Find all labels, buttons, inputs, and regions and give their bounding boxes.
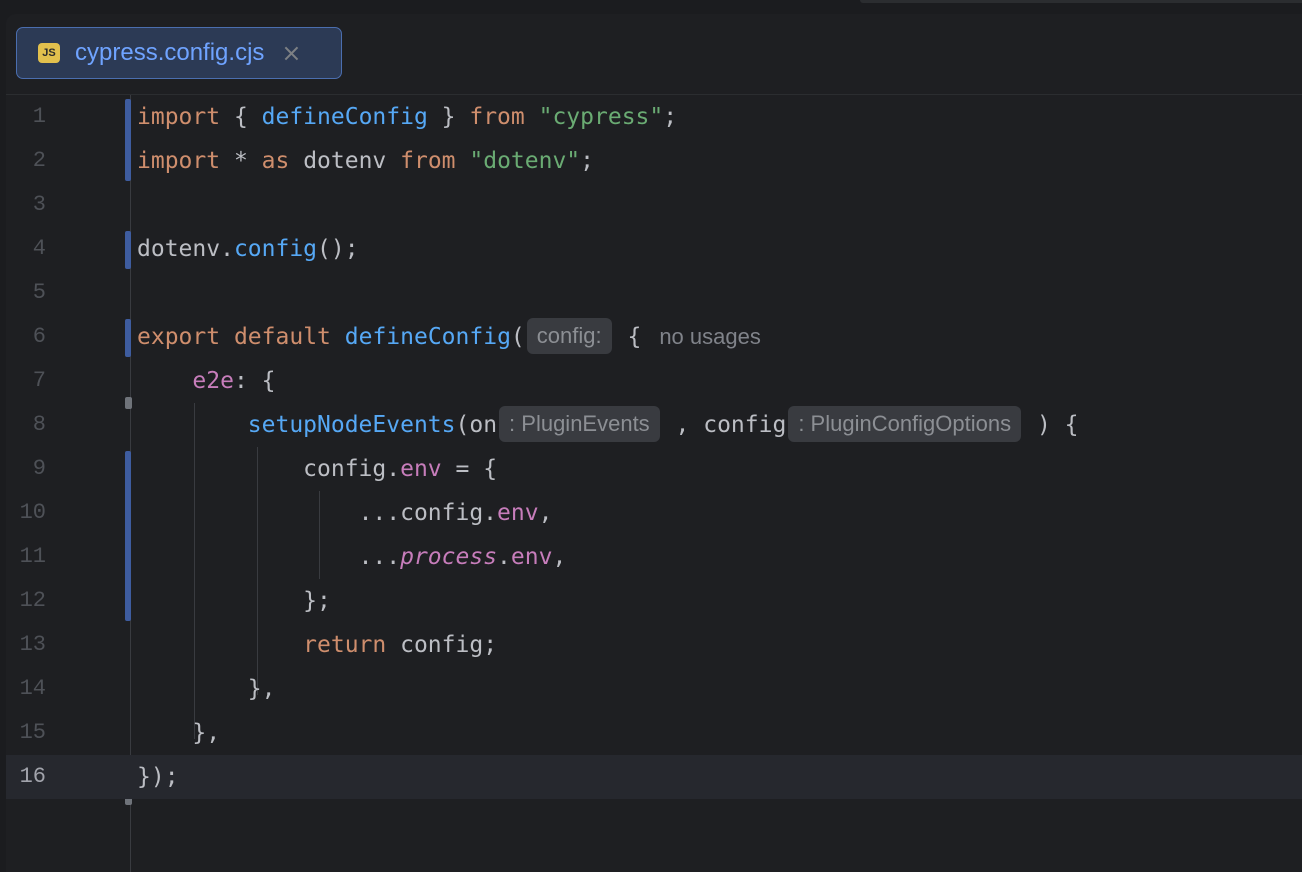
code-text[interactable]: config.env = { [137, 447, 497, 491]
code-line-3: 3 [6, 183, 1302, 227]
code-line-14: 14 }, [6, 667, 1302, 711]
type-hint: : PluginEvents [499, 406, 660, 442]
code-text[interactable]: import { defineConfig } from "cypress"; [137, 95, 677, 139]
code-line-2: 2 import * as dotenv from "dotenv"; [6, 139, 1302, 183]
line-number[interactable]: 13 [6, 623, 46, 667]
code-line-13: 13 return config; [6, 623, 1302, 667]
code-text[interactable]: }); [137, 755, 179, 799]
line-number[interactable]: 5 [6, 271, 46, 315]
code-line-1: 1 import { defineConfig } from "cypress"… [6, 95, 1302, 139]
code-text[interactable]: ...process.env, [137, 535, 567, 579]
code-line-8: 8 setupNodeEvents(on: PluginEvents , con… [6, 403, 1302, 447]
code-line-4: 4 dotenv.config(); [6, 227, 1302, 271]
code-line-9: 9 config.env = { [6, 447, 1302, 491]
top-edge-bar [860, 0, 1302, 3]
code-text[interactable]: e2e: { [137, 359, 275, 403]
code-line-15: 15 }, [6, 711, 1302, 755]
line-number[interactable]: 1 [6, 95, 46, 139]
editor-tab-bar: JS cypress.config.cjs × [6, 14, 1302, 95]
code-line-6: 6 export default defineConfig(config: {n… [6, 315, 1302, 359]
code-text[interactable]: }, [137, 667, 276, 711]
line-number[interactable]: 3 [6, 183, 46, 227]
code-line-10: 10 ...config.env, [6, 491, 1302, 535]
code-line-5: 5 [6, 271, 1302, 315]
code-text[interactable]: }, [137, 711, 220, 755]
parameter-hint: config: [526, 318, 612, 354]
code-line-12: 12 }; [6, 579, 1302, 623]
code-line-7: 7 e2e: { [6, 359, 1302, 403]
code-text[interactable]: export default defineConfig(config: {no … [137, 315, 761, 359]
line-number[interactable]: 16 [6, 755, 46, 799]
code-line-11: 11 ...process.env, [6, 535, 1302, 579]
usages-hint[interactable]: no usages [659, 324, 761, 349]
line-number[interactable]: 6 [6, 315, 46, 359]
editor-window: JS cypress.config.cjs × 1 import { defin… [6, 14, 1302, 872]
line-number[interactable]: 14 [6, 667, 46, 711]
line-number[interactable]: 2 [6, 139, 46, 183]
tab-title: cypress.config.cjs [75, 39, 265, 66]
code-text[interactable]: dotenv.config(); [137, 227, 359, 271]
code-text[interactable]: ...config.env, [137, 491, 553, 535]
line-number[interactable]: 15 [6, 711, 46, 755]
code-text[interactable]: return config; [137, 623, 497, 667]
code-line-16: 16 }); [6, 755, 1302, 799]
close-icon[interactable]: × [281, 41, 301, 65]
code-text[interactable]: import * as dotenv from "dotenv"; [137, 139, 594, 183]
tab-cypress-config[interactable]: JS cypress.config.cjs × [16, 27, 342, 79]
type-hint: : PluginConfigOptions [788, 406, 1022, 442]
line-number[interactable]: 7 [6, 359, 46, 403]
line-number[interactable]: 4 [6, 227, 46, 271]
line-number[interactable]: 12 [6, 579, 46, 623]
code-text[interactable]: setupNodeEvents(on: PluginEvents , confi… [137, 403, 1079, 447]
line-number[interactable]: 11 [6, 535, 46, 579]
line-number[interactable]: 9 [6, 447, 46, 491]
javascript-file-icon: JS [38, 43, 60, 63]
line-number[interactable]: 8 [6, 403, 46, 447]
code-text[interactable]: }; [137, 579, 331, 623]
code-editor[interactable]: 1 import { defineConfig } from "cypress"… [6, 95, 1302, 872]
line-number[interactable]: 10 [6, 491, 46, 535]
